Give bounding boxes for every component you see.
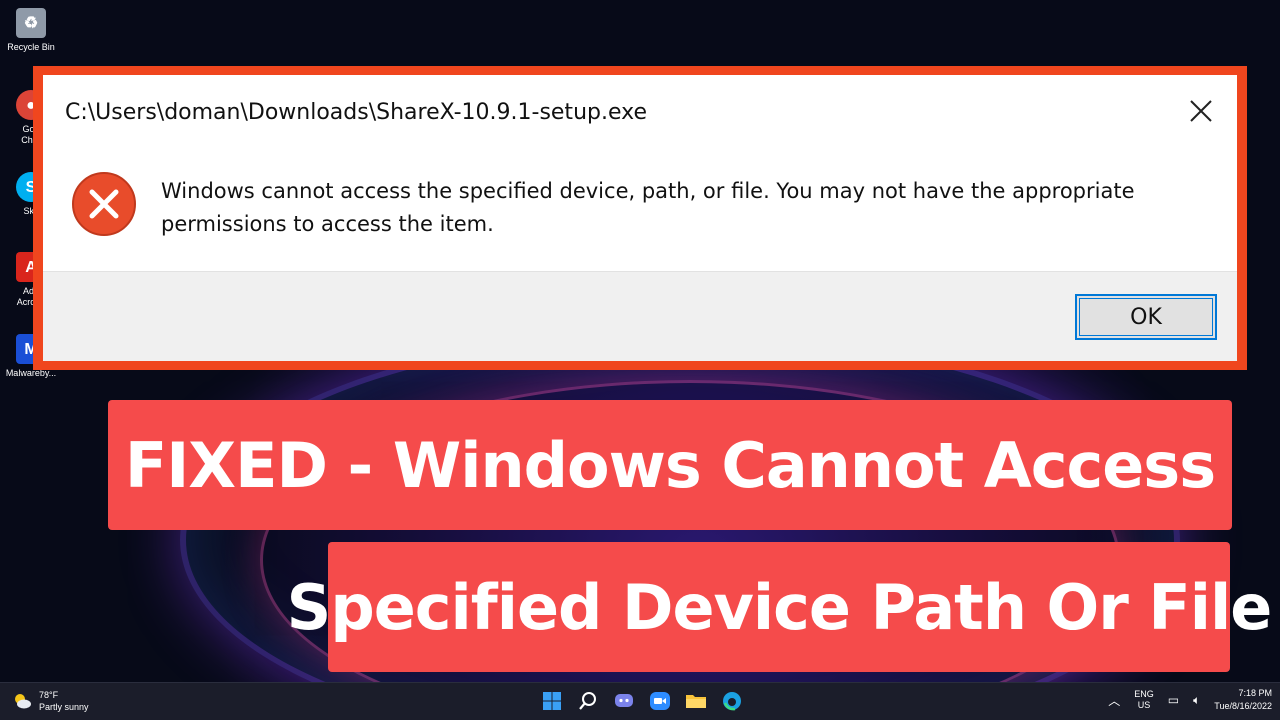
search-button[interactable] bbox=[574, 687, 602, 715]
dialog-title: C:\Users\doman\Downloads\ShareX-10.9.1-s… bbox=[65, 100, 647, 125]
chat-icon bbox=[615, 694, 633, 707]
taskbar: 78°F Partly sunny ︿ ENG US ▭ 🔈︎ 7:18 PM … bbox=[0, 682, 1280, 720]
start-button[interactable] bbox=[538, 687, 566, 715]
dialog-highlight-frame: C:\Users\doman\Downloads\ShareX-10.9.1-s… bbox=[33, 66, 1247, 370]
taskbar-apps bbox=[538, 687, 746, 715]
windows-icon bbox=[543, 692, 561, 710]
partly-sunny-icon bbox=[15, 694, 31, 709]
recycle-bin-icon: ♻ bbox=[16, 8, 46, 38]
chevron-up-icon[interactable]: ︿ bbox=[1108, 692, 1120, 709]
desktop-icon-recycle-bin[interactable]: ♻ Recycle Bin bbox=[2, 8, 60, 53]
system-tray: ︿ ENG US ▭ 🔈︎ 7:18 PM Tue/8/16/2022 bbox=[1108, 687, 1272, 713]
weather-widget[interactable]: 78°F Partly sunny bbox=[12, 689, 89, 713]
language-indicator[interactable]: ENG US bbox=[1134, 689, 1154, 711]
clock-date: Tue/8/16/2022 bbox=[1214, 701, 1272, 711]
error-dialog: C:\Users\doman\Downloads\ShareX-10.9.1-s… bbox=[43, 75, 1237, 361]
language-code: ENG bbox=[1134, 689, 1154, 699]
title-banner-line1: FIXED - Windows Cannot Access bbox=[108, 400, 1232, 530]
volume-icon[interactable]: 🔈︎ bbox=[1193, 693, 1200, 708]
ok-button[interactable]: OK bbox=[1075, 294, 1217, 340]
clock[interactable]: 7:18 PM Tue/8/16/2022 bbox=[1214, 687, 1272, 713]
chat-button[interactable] bbox=[610, 687, 638, 715]
desktop-icon-label: Recycle Bin bbox=[7, 42, 55, 52]
error-message: Windows cannot access the specified devi… bbox=[161, 179, 1135, 236]
search-icon bbox=[579, 692, 596, 710]
edge-icon bbox=[723, 692, 741, 711]
clock-time: 7:18 PM bbox=[1238, 688, 1272, 698]
weather-description: Partly sunny bbox=[39, 702, 89, 712]
weather-temperature: 78°F bbox=[39, 690, 59, 700]
zoom-button[interactable] bbox=[646, 687, 674, 715]
edge-button[interactable] bbox=[718, 687, 746, 715]
video-camera-icon bbox=[650, 692, 670, 710]
network-icon[interactable]: ▭ bbox=[1168, 693, 1179, 707]
title-banner-line2: Specified Device Path Or File bbox=[287, 542, 1272, 672]
error-icon bbox=[72, 172, 136, 236]
file-explorer-button[interactable] bbox=[682, 687, 710, 715]
dialog-footer: OK bbox=[43, 271, 1237, 361]
region-code: US bbox=[1137, 700, 1151, 710]
folder-icon bbox=[686, 695, 706, 708]
close-icon bbox=[1190, 100, 1212, 122]
close-button[interactable] bbox=[1183, 93, 1219, 129]
